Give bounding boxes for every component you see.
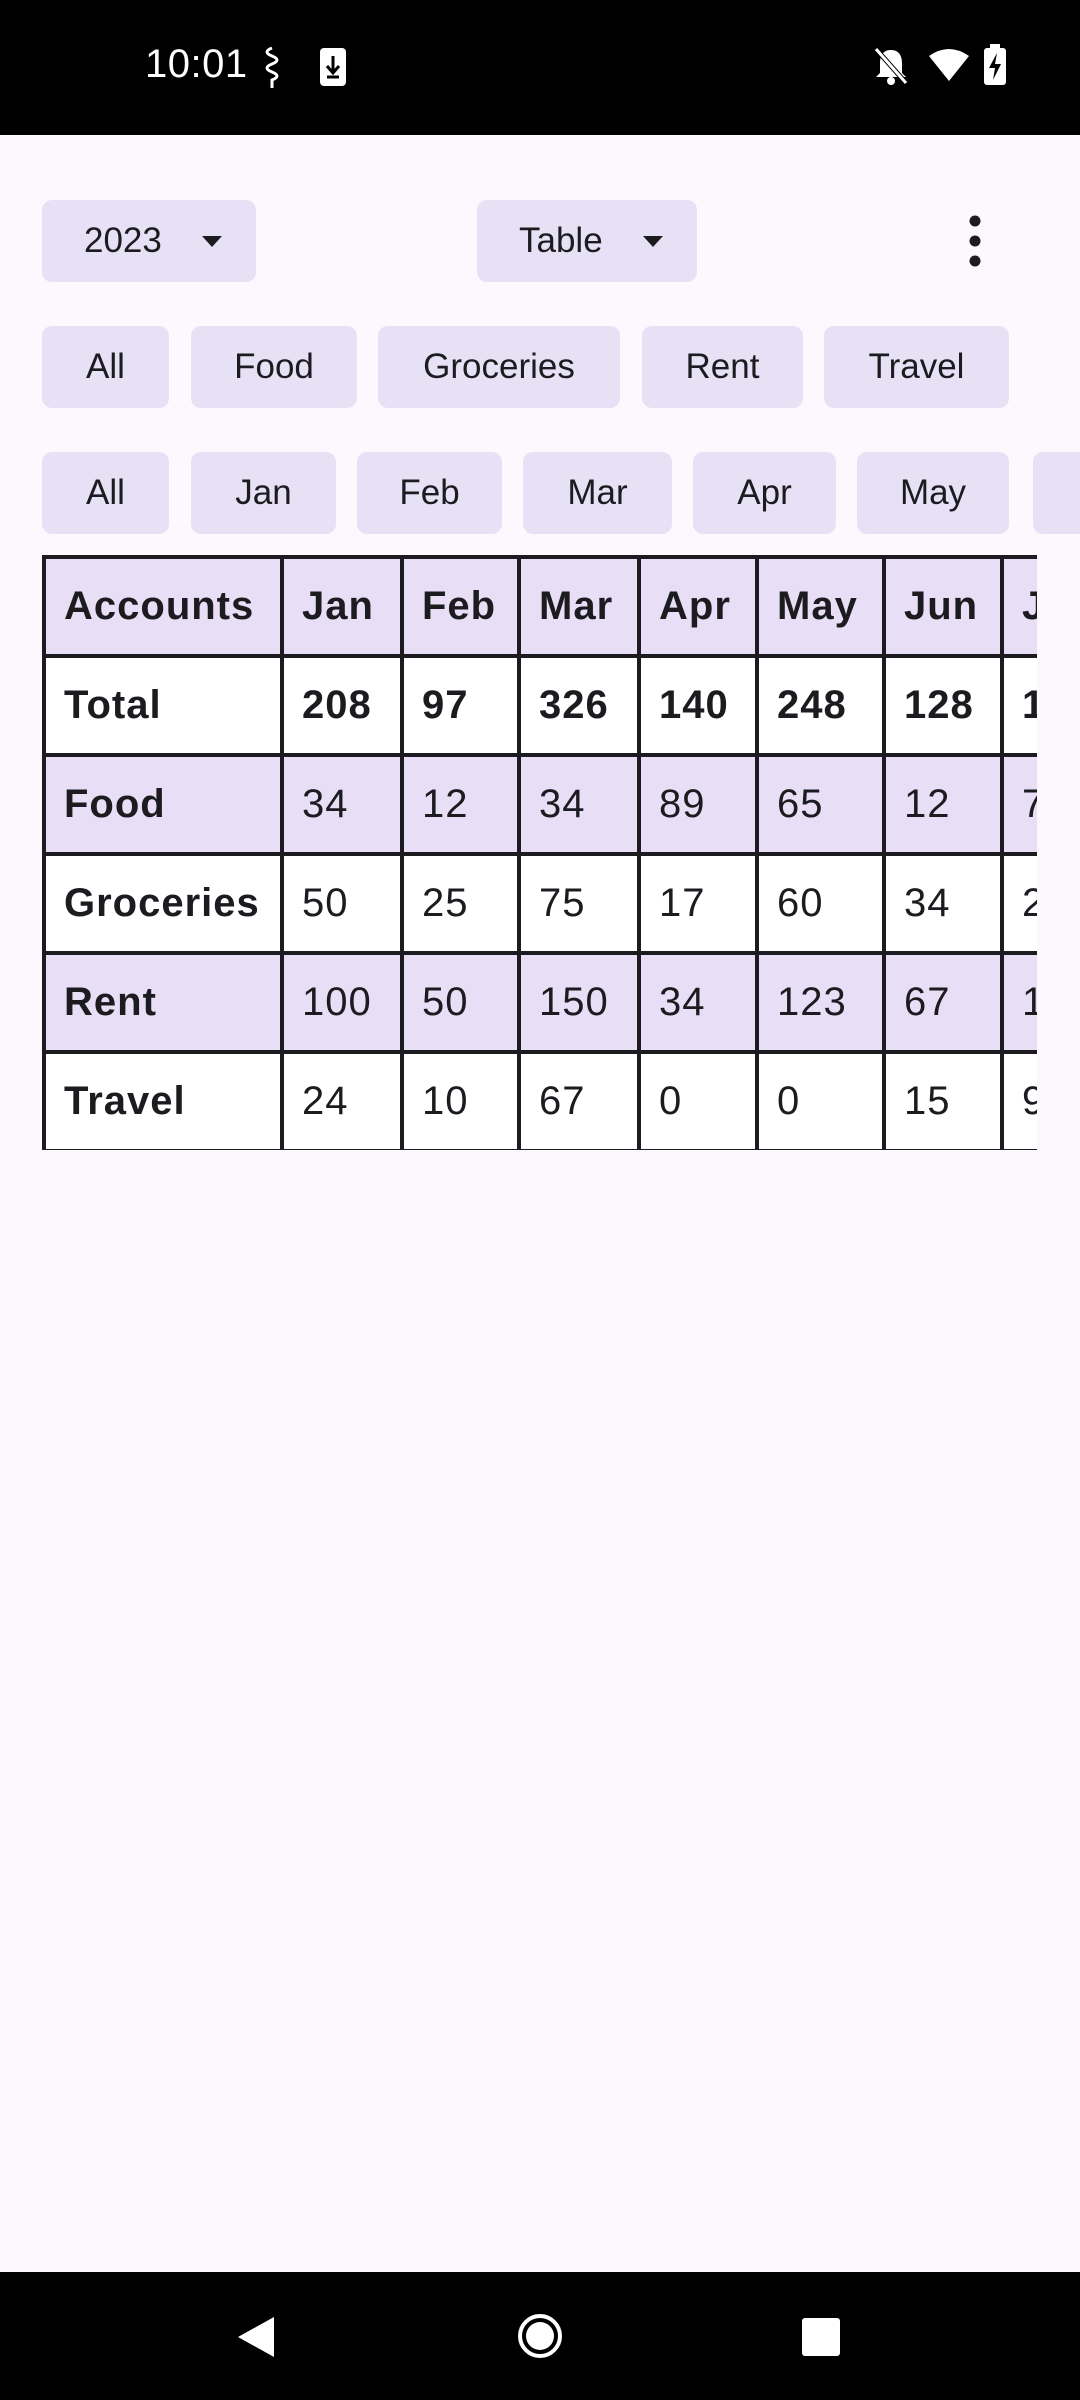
account-filter-rent[interactable]: Rent (642, 326, 803, 408)
table-cell: 50 (400, 951, 521, 1054)
chip-label: Feb (399, 473, 460, 512)
table-cell: 34 (280, 753, 404, 856)
month-filter-partial[interactable] (1033, 452, 1080, 534)
header-cell: May (755, 555, 886, 658)
table-cell: 0 (637, 1050, 759, 1150)
chip-label: Rent (685, 347, 760, 386)
view-dropdown[interactable]: Table (477, 200, 697, 282)
table-cell: 10 (400, 1050, 521, 1150)
chip-label: May (899, 473, 967, 512)
account-filter-all[interactable]: All (42, 326, 169, 408)
header-cell: Feb (400, 555, 521, 658)
header-cell: Accounts (42, 555, 284, 658)
table-cell: 0 (755, 1050, 886, 1150)
header-cell: Jun (882, 555, 1004, 658)
recent-apps-icon[interactable] (800, 2316, 842, 2358)
battery-charging-icon (984, 44, 1006, 85)
accounts-table: Accounts Jan Feb Mar Apr May Jun J Total… (42, 555, 1037, 1150)
table-cell: 123 (755, 951, 886, 1054)
account-filter-travel[interactable]: Travel (824, 326, 1009, 408)
chip-label: Groceries (423, 347, 575, 386)
table-cell: 67 (517, 1050, 641, 1150)
chip-label: Travel (868, 347, 965, 386)
more-options-icon[interactable] (960, 210, 990, 272)
back-icon[interactable] (234, 2314, 278, 2360)
year-dropdown[interactable]: 2023 (42, 200, 256, 282)
table-cell: 128 (882, 654, 1004, 757)
month-filter-may[interactable]: May (857, 452, 1009, 534)
table-row-rent: Rent 100 50 150 34 123 67 1 (42, 951, 1037, 1054)
status-bar: 10:01 (0, 0, 1080, 135)
table-cell: 34 (882, 852, 1004, 955)
table-cell: 67 (882, 951, 1004, 1054)
notifications-off-icon (874, 47, 908, 85)
table-header-row: Accounts Jan Feb Mar Apr May Jun J (42, 555, 1037, 658)
row-label: Total (42, 654, 284, 757)
accounts-table-scroll[interactable]: Accounts Jan Feb Mar Apr May Jun J Total… (42, 555, 1037, 1150)
table-cell: 34 (637, 951, 759, 1054)
row-label: Travel (42, 1050, 284, 1150)
table-row-groceries: Groceries 50 25 75 17 60 34 2 (42, 852, 1037, 955)
month-filter-all[interactable]: All (42, 452, 169, 534)
table-cell: 248 (755, 654, 886, 757)
table-cell: 50 (280, 852, 404, 955)
table-row-travel: Travel 24 10 67 0 0 15 9 (42, 1050, 1037, 1150)
chip-label: All (86, 347, 125, 386)
month-filter-mar[interactable]: Mar (523, 452, 672, 534)
chip-label: Food (234, 347, 314, 386)
table-row-food: Food 34 12 34 89 65 12 7 (42, 753, 1037, 856)
table-cell: 208 (280, 654, 404, 757)
vibration-icon (265, 46, 279, 88)
header-cell: Jan (280, 555, 404, 658)
header-cell: J (1000, 555, 1037, 658)
table-cell: 326 (517, 654, 641, 757)
table-cell: 1 (1000, 654, 1037, 757)
chip-label: Jan (235, 473, 292, 512)
chevron-down-icon (643, 236, 663, 247)
account-filter-food[interactable]: Food (191, 326, 357, 408)
table-cell: 89 (637, 753, 759, 856)
table-cell: 15 (882, 1050, 1004, 1150)
month-filter-feb[interactable]: Feb (357, 452, 502, 534)
row-label: Food (42, 753, 284, 856)
status-time: 10:01 (145, 42, 248, 86)
row-label: Groceries (42, 852, 284, 955)
table-cell: 17 (637, 852, 759, 955)
table-cell: 2 (1000, 852, 1037, 955)
header-cell: Apr (637, 555, 759, 658)
table-cell: 150 (517, 951, 641, 1054)
table-cell: 65 (755, 753, 886, 856)
view-value: Table (519, 221, 603, 260)
table-cell: 1 (1000, 951, 1037, 1054)
row-label: Rent (42, 951, 284, 1054)
table-row-total: Total 208 97 326 140 248 128 1 (42, 654, 1037, 757)
year-value: 2023 (84, 221, 162, 260)
chevron-down-icon (202, 236, 222, 247)
wifi-icon (929, 49, 969, 81)
table-cell: 97 (400, 654, 521, 757)
table-cell: 9 (1000, 1050, 1037, 1150)
table-cell: 7 (1000, 753, 1037, 856)
table-cell: 140 (637, 654, 759, 757)
table-cell: 100 (280, 951, 404, 1054)
chip-label: All (86, 473, 125, 512)
table-cell: 60 (755, 852, 886, 955)
month-filter-apr[interactable]: Apr (693, 452, 836, 534)
table-cell: 12 (400, 753, 521, 856)
month-filter-jan[interactable]: Jan (191, 452, 336, 534)
table-cell: 75 (517, 852, 641, 955)
navigation-bar (0, 2272, 1080, 2400)
download-icon (320, 48, 346, 86)
account-filter-groceries[interactable]: Groceries (378, 326, 620, 408)
table-cell: 34 (517, 753, 641, 856)
chip-label: Mar (567, 473, 628, 512)
home-icon[interactable] (516, 2312, 564, 2360)
table-cell: 24 (280, 1050, 404, 1150)
table-cell: 25 (400, 852, 521, 955)
table-cell: 12 (882, 753, 1004, 856)
header-cell: Mar (517, 555, 641, 658)
chip-label: Apr (737, 473, 792, 512)
